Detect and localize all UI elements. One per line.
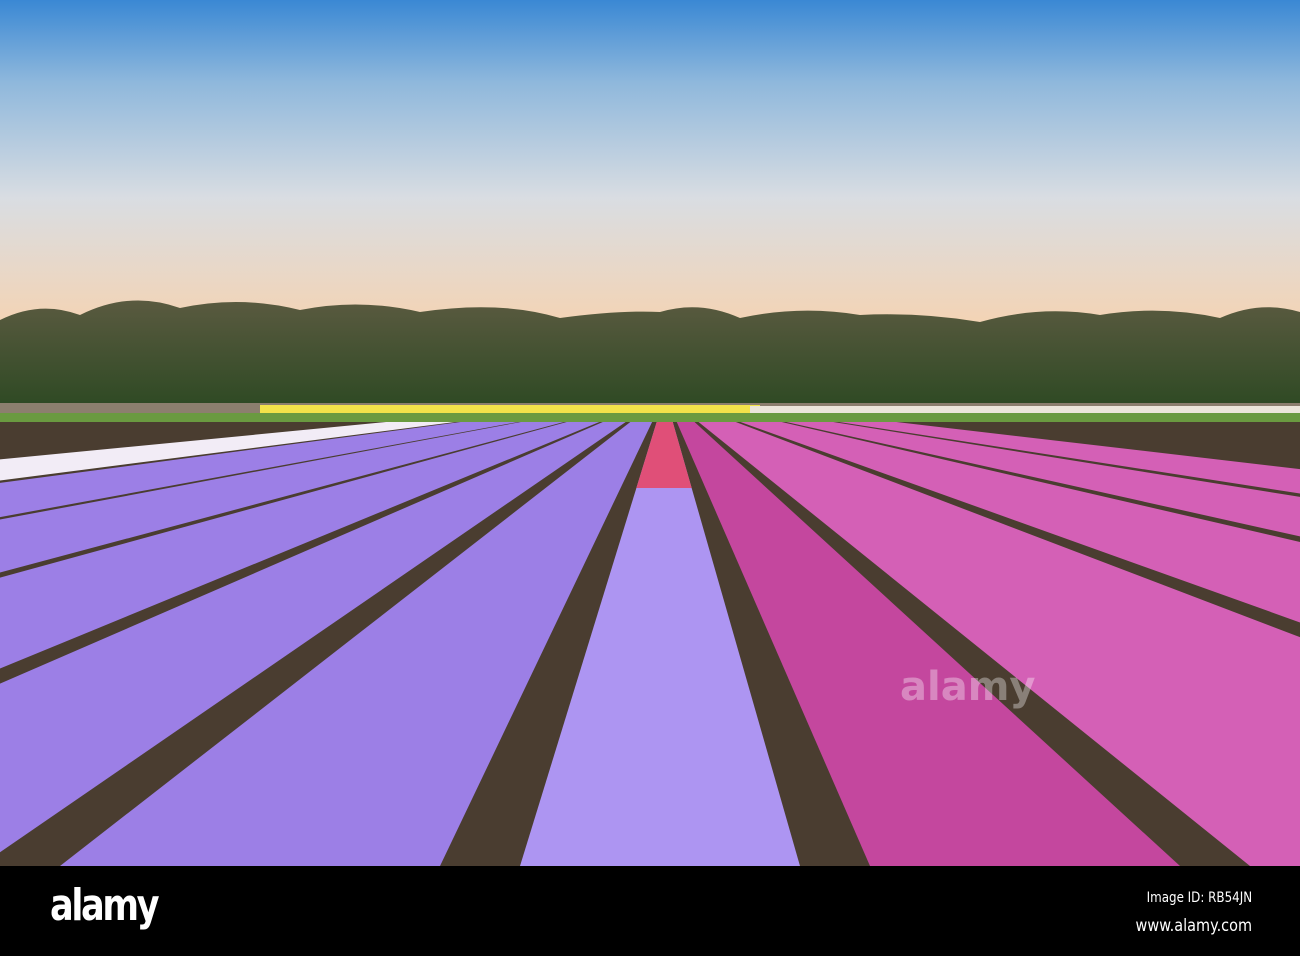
tree-line bbox=[0, 300, 1300, 405]
flower-rows bbox=[0, 422, 1300, 866]
hyacinth-field-photo: alamy bbox=[0, 0, 1300, 866]
watermark: alamy bbox=[900, 664, 1035, 710]
alamy-logo: alamy bbox=[50, 880, 160, 931]
website-link[interactable]: www.alamy.com bbox=[1136, 916, 1252, 936]
footer-bar: alamy Image ID: RB54JN www.alamy.com bbox=[0, 866, 1300, 956]
image-id: Image ID: RB54JN bbox=[1146, 890, 1252, 906]
grass-strip bbox=[0, 413, 1300, 423]
sky bbox=[0, 0, 1300, 330]
photo-stage: alamy alamy Image ID: RB54JN www.alamy.c… bbox=[0, 0, 1300, 956]
